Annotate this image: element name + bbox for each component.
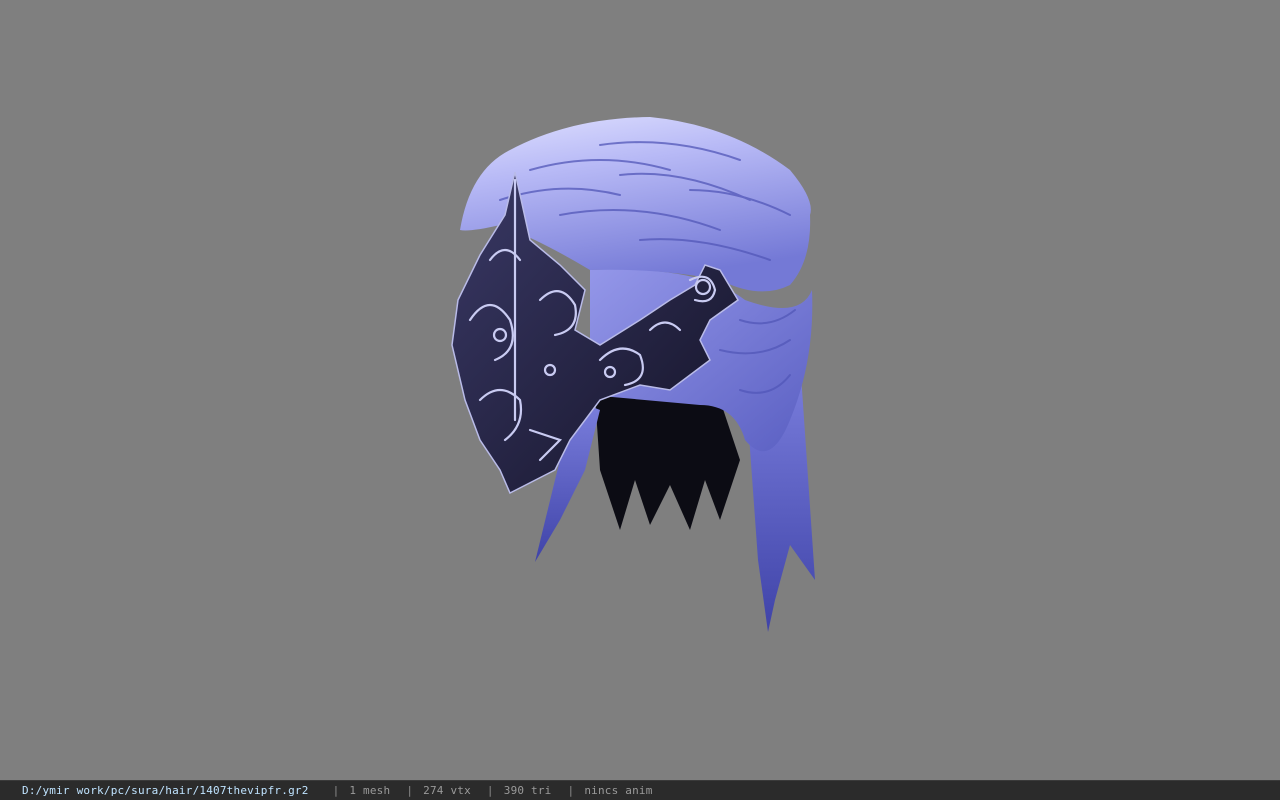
status-bar: D:/ymir work/pc/sura/hair/1407thevipfr.g…	[0, 780, 1280, 800]
triangle-count: 390 tri	[503, 784, 552, 797]
mesh-count: 1 mesh	[349, 784, 391, 797]
separator: |	[567, 784, 575, 797]
file-path: D:/ymir work/pc/sura/hair/1407thevipfr.g…	[22, 784, 309, 797]
animation-status: nincs anim	[584, 784, 653, 797]
3d-viewport[interactable]	[0, 0, 1280, 780]
separator: |	[486, 784, 494, 797]
hair-model-render[interactable]	[0, 0, 1280, 780]
separator: |	[406, 784, 414, 797]
vertex-count: 274 vtx	[423, 784, 471, 797]
separator: |	[332, 784, 340, 797]
inner-hair-shadow	[595, 395, 740, 530]
